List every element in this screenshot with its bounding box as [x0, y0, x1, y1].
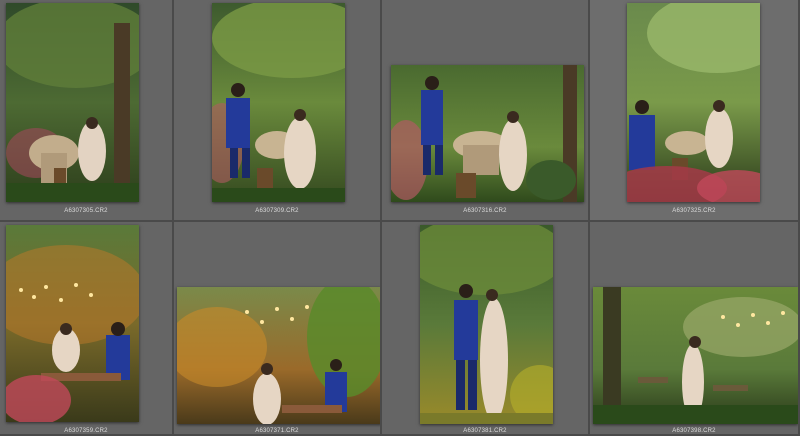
photo-thumbnail[interactable]	[627, 3, 760, 202]
photo-thumbnail[interactable]	[6, 225, 139, 422]
photo-thumbnail[interactable]	[6, 3, 139, 202]
thumbnail-filename: A6307316.CR2	[463, 208, 507, 214]
thumbnail-cell-4[interactable]: A6307325.CR2	[590, 0, 800, 222]
photo-thumbnail[interactable]	[593, 287, 798, 424]
thumbnail-cell-6[interactable]: A6307371.CR2	[174, 222, 382, 436]
photo-thumbnail[interactable]	[212, 3, 345, 202]
thumbnail-cell-1[interactable]: A6307305.CR2	[0, 0, 174, 222]
thumbnail-cell-3[interactable]: A6307316.CR2	[382, 0, 590, 222]
thumbnail-filename: A6307325.CR2	[672, 208, 716, 214]
photo-thumbnail[interactable]	[391, 65, 584, 202]
thumbnail-filename: A6307381.CR2	[463, 428, 507, 434]
thumbnail-cell-7[interactable]: A6307381.CR2	[382, 222, 590, 436]
thumbnail-filename: A6307309.CR2	[255, 208, 299, 214]
thumbnail-cell-2[interactable]: A6307309.CR2	[174, 0, 382, 222]
thumbnail-cell-8[interactable]: A6307398.CR2	[590, 222, 800, 436]
thumbnail-filename: A6307305.CR2	[64, 208, 108, 214]
photo-thumbnail[interactable]	[420, 225, 553, 424]
thumbnail-grid: A6307305.CR2 A6307309.CR2 A6307316.CR2 A…	[0, 0, 800, 436]
thumbnail-filename: A6307371.CR2	[255, 428, 299, 434]
thumbnail-filename: A6307359.CR2	[64, 428, 108, 434]
thumbnail-cell-5[interactable]: A6307359.CR2	[0, 222, 174, 436]
thumbnail-filename: A6307398.CR2	[672, 428, 716, 434]
photo-thumbnail[interactable]	[177, 287, 380, 424]
